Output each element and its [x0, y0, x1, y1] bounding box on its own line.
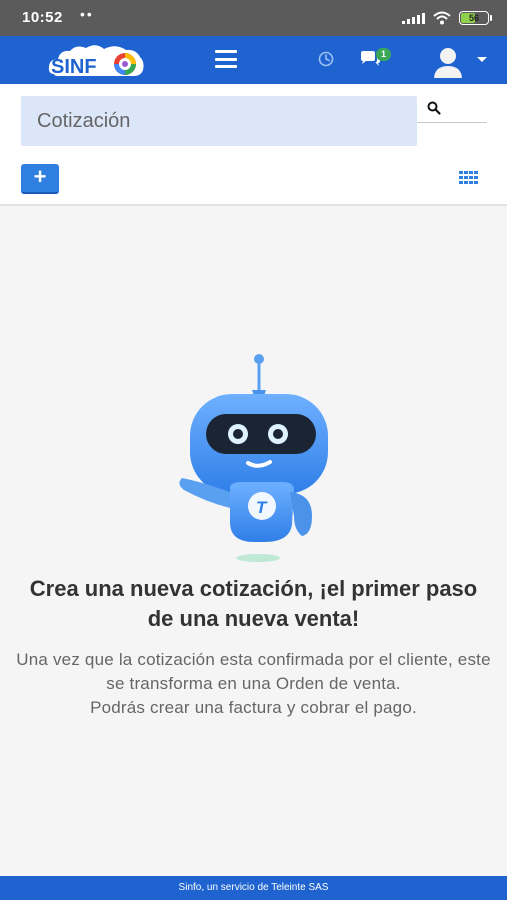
- svg-text:T: T: [256, 498, 268, 517]
- app-header: SINF 1: [0, 36, 507, 84]
- toolbar: +: [0, 84, 507, 206]
- sinfo-logo[interactable]: SINF: [46, 40, 146, 82]
- empty-state-title: Crea una nueva cotización, ¡el primer pa…: [29, 576, 478, 631]
- user-menu-caret-icon[interactable]: [477, 57, 487, 62]
- logo-text: SINF: [51, 56, 97, 78]
- search-icon: [427, 101, 441, 115]
- robot-illustration: T: [179, 354, 328, 562]
- empty-state-line-2: Podrás crear una factura y cobrar el pag…: [90, 698, 417, 717]
- empty-state-description: Una vez que la cotización esta confirmad…: [15, 648, 492, 720]
- footer: Sinfo, un servicio de Teleinte SAS: [0, 876, 507, 900]
- add-button[interactable]: +: [21, 164, 59, 194]
- battery-level-text: 56: [468, 13, 479, 23]
- footer-text: Sinfo, un servicio de Teleinte SAS: [178, 882, 329, 893]
- status-bar: 10:52 •• 56: [0, 0, 507, 36]
- grid-view-icon[interactable]: [459, 171, 479, 185]
- status-indicators: 56: [402, 9, 492, 27]
- chat-badge: 1: [376, 48, 391, 61]
- avatar[interactable]: [431, 44, 465, 78]
- signal-icon: [402, 12, 425, 24]
- search-input[interactable]: [21, 96, 417, 146]
- battery-icon: 56: [459, 11, 492, 25]
- empty-state-line-1: Una vez que la cotización esta confirmad…: [16, 650, 491, 693]
- clock-icon[interactable]: [318, 51, 334, 67]
- wifi-icon: [433, 11, 451, 25]
- search-button[interactable]: [417, 96, 487, 123]
- status-time: 10:52: [22, 9, 63, 26]
- hamburger-menu-icon[interactable]: [215, 50, 237, 68]
- notification-dots: ••: [80, 6, 94, 22]
